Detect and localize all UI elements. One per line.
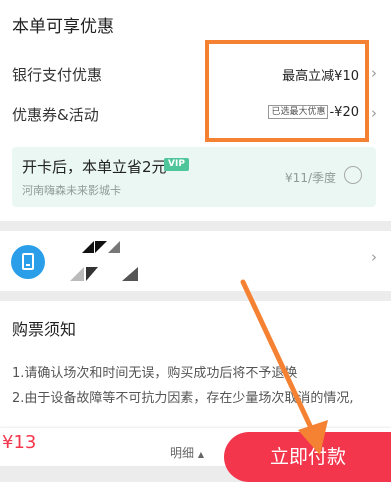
annotation-arrow xyxy=(240,279,328,455)
